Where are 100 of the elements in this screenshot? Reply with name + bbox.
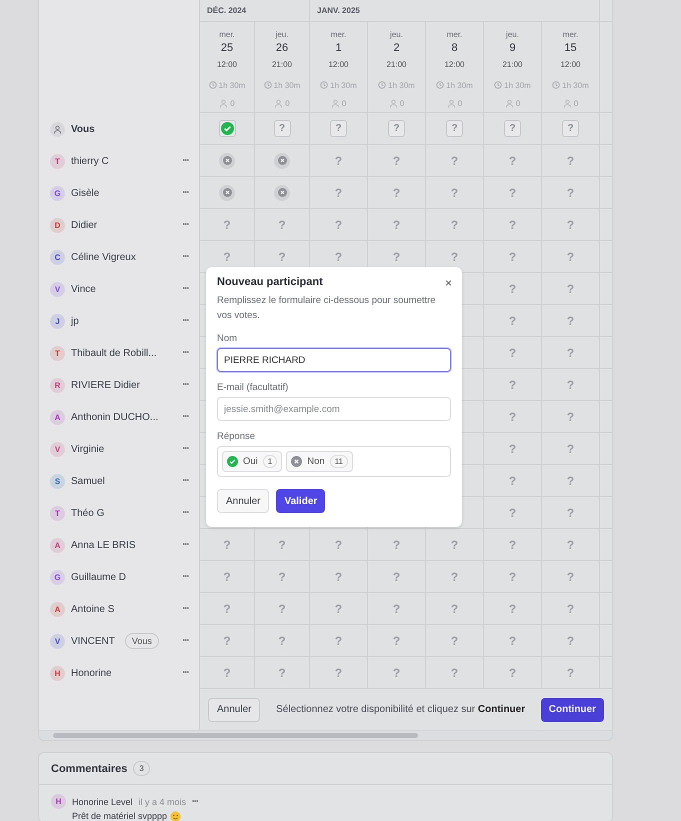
weekday: jeu.: [276, 30, 288, 41]
participant-name: Didier: [71, 220, 98, 230]
time: 12:00: [444, 60, 465, 71]
unknown-vote: ?: [450, 666, 458, 680]
check-icon: [220, 122, 234, 135]
weekday: mer.: [562, 30, 578, 41]
unknown-vote: ?: [566, 378, 574, 392]
time: 12:00: [328, 60, 349, 71]
unknown-vote: ?: [566, 506, 574, 520]
user-icon: [562, 98, 572, 108]
unknown-vote: ?: [392, 538, 400, 552]
check-icon: [227, 456, 238, 467]
dialog-title: Nouveau participant: [217, 276, 323, 288]
unknown-vote: ?: [450, 218, 458, 232]
participant-name: Guillaume D: [71, 572, 126, 582]
participant-name: Honorine: [71, 668, 112, 678]
unknown-vote: ?: [508, 570, 516, 584]
participant-name: Anna LE BRIS: [71, 540, 136, 550]
avatar-initial: A: [50, 602, 65, 616]
close-button[interactable]: ×: [444, 276, 452, 290]
duration: 1h 30m: [274, 80, 300, 90]
unknown-vote: ?: [566, 634, 574, 648]
participant-name: Céline Vigreux: [71, 252, 136, 262]
duration: 1h 30m: [562, 80, 589, 90]
unknown-vote: ?: [334, 570, 342, 584]
unknown-vote: ?: [223, 602, 231, 616]
day-number: 25: [220, 42, 234, 56]
time: 21:00: [502, 60, 523, 71]
avatar-initial: G: [50, 570, 65, 584]
avatar-initial: D: [50, 218, 65, 232]
unknown-vote: ?: [392, 634, 400, 648]
unknown-vote: ?: [450, 250, 458, 264]
clock-icon: [494, 81, 502, 89]
unknown-vote: ?: [223, 538, 231, 552]
submit-button[interactable]: Valider: [276, 489, 326, 513]
response-option[interactable]: Oui 1: [222, 451, 282, 472]
horizontal-scrollbar[interactable]: [39, 730, 612, 740]
duration: 1h 30m: [388, 80, 415, 90]
unknown-vote: ?: [223, 250, 231, 264]
name-input[interactable]: PIERRE RICHARD: [217, 348, 451, 372]
user-icon: [388, 98, 398, 108]
avatar-initial: T: [50, 506, 65, 520]
unknown-vote: ?: [392, 570, 400, 584]
clock-icon: [436, 81, 444, 89]
unknown-vote: ?: [508, 346, 516, 360]
comment-count: 3: [133, 761, 150, 776]
unknown-vote: ?: [566, 474, 574, 488]
unknown-vote: ?: [334, 634, 342, 648]
user-icon: [446, 98, 456, 108]
cancel-button[interactable]: Annuler: [208, 698, 260, 722]
unknown-vote: ?: [334, 538, 342, 552]
unknown-vote: ?: [508, 666, 516, 680]
response-option[interactable]: Non 11: [286, 451, 353, 472]
cancel-button[interactable]: Annuler: [217, 489, 270, 513]
unknown-vote: ?: [508, 378, 516, 392]
continue-button[interactable]: Continuer: [540, 698, 604, 722]
name-label: Nom: [217, 333, 238, 344]
unknown-vote: ?: [508, 410, 516, 424]
unknown-vote: ?: [450, 154, 458, 168]
avatar-initial: C: [50, 250, 65, 264]
participant-name: Anthonin DUCHO...: [71, 412, 158, 422]
cross-icon: [291, 456, 302, 467]
day-number: 8: [451, 42, 458, 56]
clock-icon: [378, 81, 386, 89]
avatar-initial: R: [50, 378, 65, 392]
avatar-initial: V: [50, 442, 65, 456]
day-number: 2: [393, 42, 400, 56]
unknown-vote: ?: [566, 442, 574, 456]
unknown-vote: ?: [223, 634, 231, 648]
participant-name: RIVIERE Didier: [71, 380, 140, 390]
unknown-vote: ?: [334, 666, 342, 680]
comment-author: Honorine Level: [72, 796, 133, 806]
clock-icon: [552, 81, 560, 89]
vote-button[interactable]: [218, 120, 236, 137]
participant-name: Vince: [71, 284, 96, 294]
time: 21:00: [272, 60, 292, 71]
unknown-vote: ?: [392, 666, 400, 680]
unknown-vote: ?: [566, 154, 574, 168]
unknown-vote: ?: [566, 314, 574, 328]
unknown-vote: ?: [566, 666, 574, 680]
unknown-vote: ?: [566, 186, 574, 200]
user-icon: [274, 98, 284, 108]
participant-name: Théo G: [71, 508, 104, 518]
avatar-initial: A: [50, 538, 65, 552]
duration: 1h 30m: [446, 80, 473, 90]
time: 12:00: [560, 60, 581, 71]
unknown-vote: ?: [334, 602, 342, 616]
unknown-vote: ?: [223, 218, 231, 232]
email-input[interactable]: jessie.smith@example.com: [217, 397, 451, 421]
weekday: mer.: [446, 30, 462, 41]
participant-name: Thibault de Robill...: [71, 348, 157, 358]
unknown-vote: ?: [334, 218, 342, 232]
comments-title: Commentaires: [51, 762, 128, 774]
user-icon: [219, 98, 228, 108]
unknown-vote: ?: [566, 602, 574, 616]
unknown-vote: ?: [508, 634, 516, 648]
time: 21:00: [386, 60, 407, 71]
unknown-vote: ?: [508, 314, 516, 328]
unknown-vote: ?: [392, 186, 400, 200]
unknown-vote: ?: [508, 442, 516, 456]
